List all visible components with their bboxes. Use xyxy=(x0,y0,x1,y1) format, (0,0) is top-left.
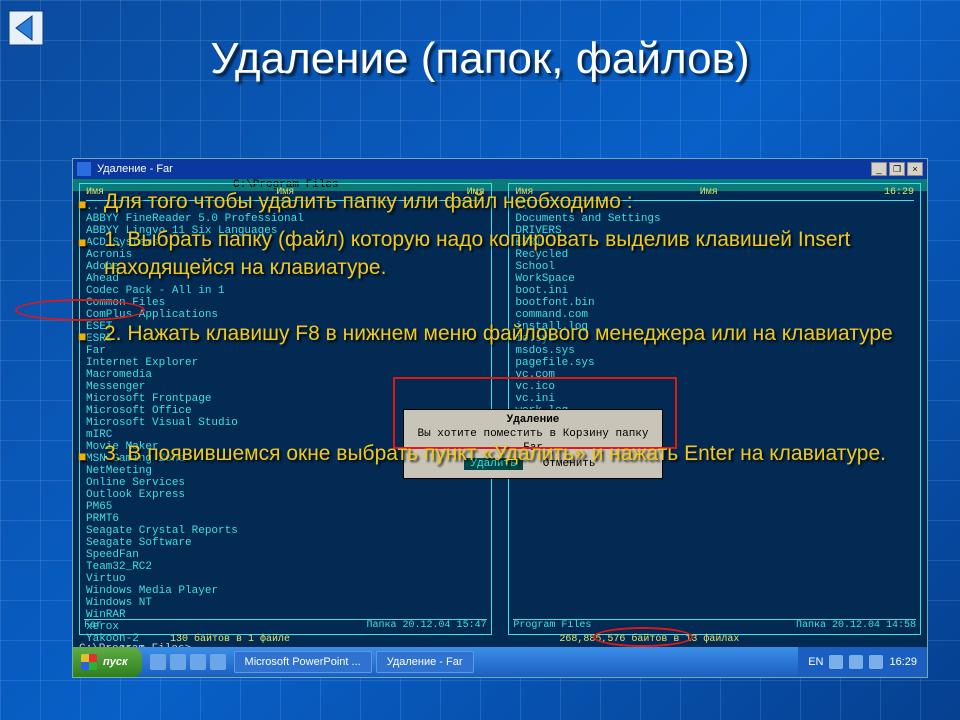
left-panel-footer: Far Папка 20.12.04 15:47 xyxy=(84,619,487,632)
lang-indicator[interactable]: EN xyxy=(808,656,823,668)
right-size: 268,885,576 байтов в 13 файлах xyxy=(559,634,739,646)
window-title: Удаление - Far xyxy=(97,163,173,175)
bullet-step-3: 3. В появившемся окне выбрать пункт «Уда… xyxy=(74,440,894,468)
ql-icon[interactable] xyxy=(150,654,166,670)
ql-icon[interactable] xyxy=(210,654,226,670)
quick-launch[interactable] xyxy=(150,654,226,670)
ql-icon[interactable] xyxy=(170,654,186,670)
far-titlebar: Удаление - Far _ ❐ × xyxy=(73,159,927,179)
bullet-intro: Для того чтобы удалить папку или файл не… xyxy=(74,188,894,216)
task-powerpoint[interactable]: Microsoft PowerPoint ... xyxy=(234,651,372,673)
tray-icon[interactable] xyxy=(869,655,883,669)
maximize-button[interactable]: ❐ xyxy=(889,162,905,176)
taskbar: пуск Microsoft PowerPoint ... Удаление -… xyxy=(73,647,927,677)
start-button[interactable]: пуск xyxy=(73,647,142,677)
close-button[interactable]: × xyxy=(907,162,923,176)
minimize-button[interactable]: _ xyxy=(871,162,887,176)
tray-icon[interactable] xyxy=(829,655,843,669)
start-label: пуск xyxy=(103,656,128,668)
slide-title: Удаление (папок, файлов) xyxy=(0,34,960,84)
instruction-list: Для того чтобы удалить папку или файл не… xyxy=(74,188,894,478)
bullet-step-1: 1. Выбрать папку (файл) которую надо коп… xyxy=(74,226,894,282)
right-panel-footer: Program Files Папка 20.12.04 14:58 xyxy=(513,619,916,632)
clock[interactable]: 16:29 xyxy=(889,656,917,668)
bullet-step-2: 2. Нажать клавишу F8 в нижнем меню файло… xyxy=(74,320,894,348)
task-far[interactable]: Удаление - Far xyxy=(376,651,474,673)
app-icon xyxy=(77,162,91,176)
tray-icon[interactable] xyxy=(849,655,863,669)
ql-icon[interactable] xyxy=(190,654,206,670)
system-tray[interactable]: EN 16:29 xyxy=(798,647,927,677)
windows-logo-icon xyxy=(81,654,97,670)
